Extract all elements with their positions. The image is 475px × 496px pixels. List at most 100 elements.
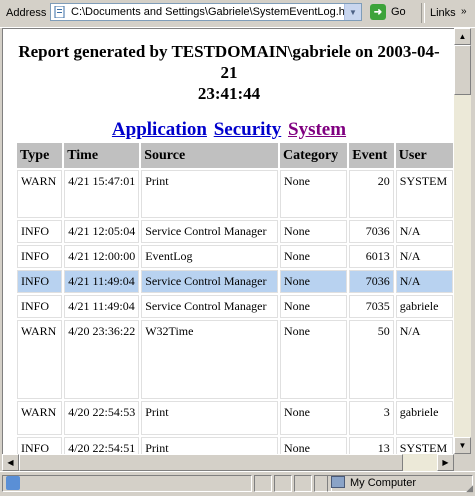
cell-event: 3 <box>349 401 394 435</box>
vertical-scrollbar[interactable]: ▲ ▼ <box>454 28 471 454</box>
report-title-line1: Report generated by TESTDOMAIN\gabriele … <box>18 42 440 82</box>
cell-time: 4/21 12:05:04 <box>64 220 140 243</box>
scrollbar-corner <box>454 454 471 471</box>
header-time: Time <box>64 143 140 168</box>
cell-event: 13 <box>349 437 394 455</box>
cell-type: INFO <box>17 437 63 455</box>
cell-category: None <box>279 320 348 399</box>
scroll-down-icon[interactable]: ▼ <box>454 437 471 454</box>
cell-source: Print <box>141 401 278 435</box>
links-button[interactable]: Links <box>430 7 456 19</box>
cell-time: 4/20 23:36:22 <box>64 320 140 399</box>
computer-icon <box>331 476 345 488</box>
cell-category: None <box>279 295 348 318</box>
cell-type: INFO <box>17 245 63 268</box>
cell-user: N/A <box>395 270 453 293</box>
cell-source: EventLog <box>141 245 278 268</box>
resize-grip-icon[interactable]: ◢ <box>466 483 473 494</box>
cell-event: 20 <box>349 170 394 218</box>
cell-time: 4/20 22:54:53 <box>64 401 140 435</box>
event-log-table: Type Time Source Category Event User WAR… <box>15 141 455 455</box>
cell-user: N/A <box>395 245 453 268</box>
cell-user: SYSTEM <box>395 437 453 455</box>
cell-source: Service Control Manager <box>141 270 278 293</box>
table-row[interactable]: WARN 4/20 22:54:53 Print None 3 gabriele <box>17 401 453 435</box>
header-event: Event <box>349 143 394 168</box>
nav-link-application[interactable]: Application <box>112 119 207 140</box>
page-icon <box>54 6 65 18</box>
cell-user: gabriele <box>395 401 453 435</box>
table-row[interactable]: INFO 4/21 12:05:04 Service Control Manag… <box>17 220 453 243</box>
horizontal-scrollbar[interactable]: ◀ ▶ <box>2 454 454 471</box>
address-url: C:\Documents and Settings\Gabriele\Syste… <box>71 6 348 18</box>
scroll-left-icon[interactable]: ◀ <box>2 454 19 471</box>
cell-user: N/A <box>395 320 453 399</box>
cell-category: None <box>279 437 348 455</box>
cell-event: 7036 <box>349 220 394 243</box>
cell-type: INFO <box>17 295 63 318</box>
address-input[interactable]: C:\Documents and Settings\Gabriele\Syste… <box>50 3 362 21</box>
cell-category: None <box>279 401 348 435</box>
page-viewport: Report generated by TESTDOMAIN\gabriele … <box>2 28 455 455</box>
cell-category: None <box>279 220 348 243</box>
vertical-scroll-thumb[interactable] <box>454 45 471 95</box>
header-source: Source <box>141 143 278 168</box>
table-row[interactable]: WARN 4/21 15:47:01 Print None 20 SYSTEM <box>17 170 453 218</box>
cell-user: SYSTEM <box>395 170 453 218</box>
cell-event: 50 <box>349 320 394 399</box>
scroll-right-icon[interactable]: ▶ <box>437 454 454 471</box>
nav-link-system[interactable]: System <box>288 119 346 140</box>
horizontal-scroll-thumb[interactable] <box>19 454 403 471</box>
cell-time: 4/21 11:49:04 <box>64 270 140 293</box>
status-main-pane <box>2 475 252 492</box>
cell-type: WARN <box>17 320 63 399</box>
header-type: Type <box>17 143 63 168</box>
header-category: Category <box>279 143 348 168</box>
address-dropdown-icon[interactable]: ▼ <box>344 4 361 20</box>
cell-user: N/A <box>395 220 453 243</box>
status-pane <box>294 475 312 492</box>
table-row[interactable]: WARN 4/20 23:36:22 W32Time None 50 N/A <box>17 320 453 399</box>
status-pane <box>274 475 292 492</box>
cell-time: 4/21 12:00:00 <box>64 245 140 268</box>
cell-type: INFO <box>17 270 63 293</box>
report-title: Report generated by TESTDOMAIN\gabriele … <box>13 41 445 104</box>
go-button[interactable]: ➜ Go <box>370 3 420 21</box>
cell-event: 7036 <box>349 270 394 293</box>
cell-type: INFO <box>17 220 63 243</box>
cell-category: None <box>279 170 348 218</box>
cell-category: None <box>279 270 348 293</box>
cell-event: 6013 <box>349 245 394 268</box>
table-row[interactable]: INFO 4/21 11:49:04 Service Control Manag… <box>17 295 453 318</box>
cell-source: Print <box>141 437 278 455</box>
cell-source: W32Time <box>141 320 278 399</box>
table-row-selected[interactable]: INFO 4/21 11:49:04 Service Control Manag… <box>17 270 453 293</box>
scroll-up-icon[interactable]: ▲ <box>454 28 471 45</box>
address-label: Address <box>6 7 47 19</box>
cell-time: 4/21 11:49:04 <box>64 295 140 318</box>
table-header-row: Type Time Source Category Event User <box>17 143 453 168</box>
go-arrow-icon: ➜ <box>370 4 386 20</box>
header-user: User <box>395 143 453 168</box>
cell-type: WARN <box>17 170 63 218</box>
nav-link-security[interactable]: Security <box>214 119 282 140</box>
log-nav: Application Security System <box>3 119 455 141</box>
status-zone-label: My Computer <box>350 477 417 489</box>
cell-type: WARN <box>17 401 63 435</box>
status-pane <box>254 475 272 492</box>
cell-source: Print <box>141 170 278 218</box>
chevron-right-icon[interactable]: » <box>461 6 467 17</box>
cell-time: 4/21 15:47:01 <box>64 170 140 218</box>
toolbar-separator <box>421 3 425 23</box>
address-toolbar: Address C:\Documents and Settings\Gabrie… <box>0 0 475 28</box>
cell-user: gabriele <box>395 295 453 318</box>
go-label: Go <box>391 6 406 18</box>
cell-source: Service Control Manager <box>141 220 278 243</box>
report-title-line2: 23:41:44 <box>197 84 261 103</box>
cell-time: 4/20 22:54:51 <box>64 437 140 455</box>
table-row[interactable]: INFO 4/21 12:00:00 EventLog None 6013 N/… <box>17 245 453 268</box>
table-row[interactable]: INFO 4/20 22:54:51 Print None 13 SYSTEM <box>17 437 453 455</box>
cell-source: Service Control Manager <box>141 295 278 318</box>
cell-event: 7035 <box>349 295 394 318</box>
status-bar: My Computer ◢ <box>0 471 475 496</box>
